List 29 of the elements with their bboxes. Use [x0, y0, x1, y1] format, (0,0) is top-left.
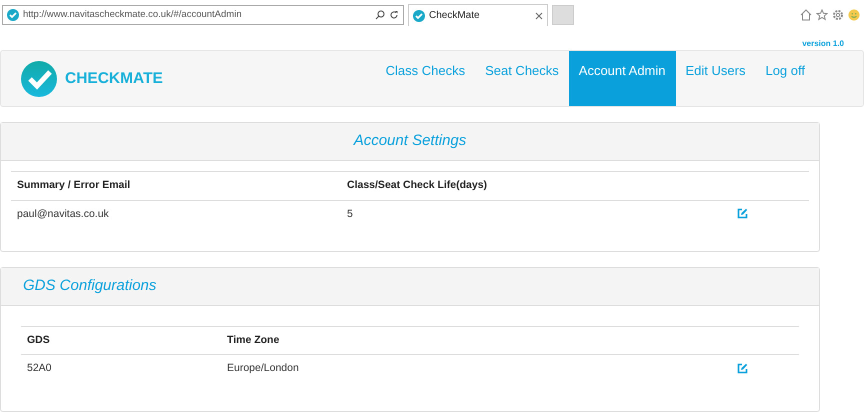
browser-tab[interactable]: CheckMate: [408, 4, 548, 26]
address-bar[interactable]: http://www.navitascheckmate.co.uk/#/accountAdmin: [2, 5, 404, 25]
nav-link[interactable]: Log off: [755, 51, 815, 106]
checkmark-icon: [7, 9, 19, 21]
checkmark-icon: [413, 10, 425, 22]
version-label: version 1.0: [801, 38, 845, 50]
table-cell: 5: [341, 200, 731, 228]
close-icon[interactable]: [535, 12, 543, 20]
settings-icon[interactable]: [832, 9, 844, 21]
panel-title: Account Settings: [354, 131, 466, 152]
nav-link[interactable]: Account Admin: [568, 51, 676, 106]
table-cell: Europe/London: [221, 354, 731, 383]
logo-icon: [21, 60, 57, 96]
nav-link[interactable]: Seat Checks: [475, 51, 569, 106]
column-header: Summary / Error Email: [11, 172, 341, 200]
nav-link[interactable]: Class Checks: [376, 51, 476, 106]
home-icon[interactable]: [800, 9, 812, 21]
column-header: Class/Seat Check Life(days): [341, 172, 731, 200]
table-cell: 52A0: [21, 354, 221, 383]
smiley-icon[interactable]: [848, 9, 860, 21]
nav-link[interactable]: Edit Users: [676, 51, 756, 106]
brand-name: CHECKMATE: [65, 68, 163, 89]
star-icon[interactable]: [816, 9, 828, 21]
table-cell: paul@navitas.co.uk: [11, 200, 341, 228]
column-header: Time Zone: [221, 326, 731, 355]
column-header: GDS: [21, 326, 221, 355]
search-icon[interactable]: [375, 10, 385, 20]
panel-title: GDS Configurations: [23, 276, 156, 296]
refresh-icon[interactable]: [389, 10, 399, 20]
